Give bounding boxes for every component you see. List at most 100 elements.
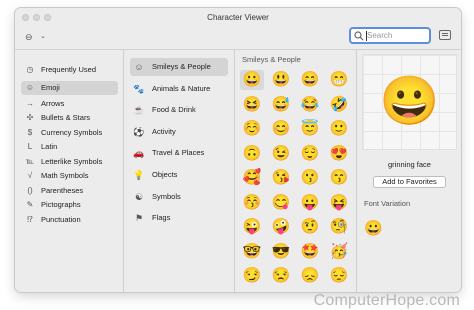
sidebar-item-bullets-stars[interactable]: ✣ Bullets & Stars xyxy=(21,111,118,125)
search-icon xyxy=(354,31,364,41)
pictographs-icon: ✎ xyxy=(26,200,34,209)
emoji-cell[interactable]: 😄 xyxy=(298,70,322,90)
search-field[interactable]: Search xyxy=(349,27,431,44)
subcategory-flags[interactable]: ⚑ Flags xyxy=(130,209,228,227)
sidebar-item-letterlike-symbols[interactable]: ℡ Letterlike Symbols xyxy=(21,155,118,169)
sidebar-item-label: Parentheses xyxy=(41,186,84,195)
emoji-cell[interactable]: 😘 xyxy=(269,168,293,188)
smileys-people-icon: ☺ xyxy=(134,62,144,72)
subcategory-food-drink[interactable]: ☕ Food & Drink xyxy=(130,101,228,119)
emoji-cell[interactable]: 🥳 xyxy=(327,242,351,262)
activity-icon: ⚽ xyxy=(133,126,145,137)
emoji-icon: ☺ xyxy=(25,83,35,92)
emoji-cell[interactable]: 😅 xyxy=(269,95,293,115)
sidebar-item-label: Pictographs xyxy=(41,200,81,209)
punctuation-icon: ⁉ xyxy=(27,215,33,224)
emoji-cell[interactable]: 😎 xyxy=(269,242,293,262)
emoji-cell[interactable]: 😞 xyxy=(298,266,322,286)
subcategory-activity[interactable]: ⚽ Activity xyxy=(130,123,228,141)
emoji-cell[interactable]: 😜 xyxy=(240,217,264,237)
window-title: Character Viewer xyxy=(207,13,269,22)
objects-icon: 💡 xyxy=(133,170,145,180)
sidebar-item-label: Frequently Used xyxy=(41,65,97,74)
brand-watermark: ComputerHope.com xyxy=(313,292,460,309)
emoji-cell[interactable]: 🤣 xyxy=(327,95,351,115)
title-bar: Character Viewer ⊖ ⌄ Search xyxy=(15,8,461,50)
math-symbols-icon: √ xyxy=(27,171,33,180)
sidebar-item-label: Arrows xyxy=(41,99,65,108)
emoji-cell[interactable]: 🤨 xyxy=(298,217,322,237)
subcategory-animals-nature[interactable]: 🐾 Animals & Nature xyxy=(130,80,228,98)
emoji-cell[interactable]: 😍 xyxy=(327,144,351,164)
emoji-cell[interactable]: 😙 xyxy=(327,168,351,188)
character-info-toggle-icon[interactable] xyxy=(439,30,451,40)
sidebar-item-label: Punctuation xyxy=(41,215,81,224)
sidebar-item-emoji[interactable]: ☺ Emoji xyxy=(21,81,118,95)
emoji-cell[interactable]: 😒 xyxy=(269,266,293,286)
emoji-cell[interactable]: 😝 xyxy=(327,193,351,213)
animals-nature-icon: 🐾 xyxy=(133,83,145,94)
emoji-cell[interactable]: 😋 xyxy=(269,193,293,213)
detail-panel: 😀 grinning face Add to Favorites Font Va… xyxy=(358,50,461,292)
frequently-used-icon: ◷ xyxy=(26,65,34,74)
sidebar-item-math-symbols[interactable]: √ Math Symbols xyxy=(21,169,118,183)
sidebar-item-arrows[interactable]: → Arrows xyxy=(21,97,118,111)
font-variation-emoji[interactable]: 😀 xyxy=(364,220,383,238)
subcategory-smileys-people[interactable]: ☺ Smileys & People xyxy=(130,58,228,76)
emoji-cell[interactable]: 😊 xyxy=(269,119,293,139)
action-menu-icon[interactable]: ⊖ xyxy=(25,32,33,42)
subcategory-travel-places[interactable]: 🚗 Travel & Places xyxy=(130,144,228,162)
emoji-cell[interactable]: 🤓 xyxy=(240,242,264,262)
add-to-favorites-button[interactable]: Add to Favorites xyxy=(373,176,446,188)
emoji-cell[interactable]: 🤩 xyxy=(298,242,322,262)
sidebar-item-label: Letterlike Symbols xyxy=(41,157,103,166)
emoji-cell[interactable]: 😚 xyxy=(240,193,264,213)
emoji-cell[interactable]: 😁 xyxy=(327,70,351,90)
emoji-cell[interactable]: 😗 xyxy=(298,168,322,188)
letterlike-symbols-icon: ℡ xyxy=(25,157,35,166)
subcategory-label: Food & Drink xyxy=(152,105,196,115)
emoji-cell[interactable]: 😀 xyxy=(240,70,264,90)
chevron-down-icon[interactable]: ⌄ xyxy=(40,32,46,42)
emoji-cell[interactable]: 🙂 xyxy=(327,119,351,139)
subcategory-list: ☺ Smileys & People 🐾 Animals & Nature ☕ Food … xyxy=(125,50,235,292)
sidebar-item-parentheses[interactable]: () Parentheses xyxy=(21,184,118,198)
emoji-cell[interactable]: 🤪 xyxy=(269,217,293,237)
emoji-cell[interactable]: 🙃 xyxy=(240,144,264,164)
emoji-cell[interactable]: 😔 xyxy=(327,266,351,286)
sidebar-item-label: Bullets & Stars xyxy=(41,113,91,122)
sidebar-item-punctuation[interactable]: ⁉ Punctuation xyxy=(21,213,118,227)
subcategory-label: Symbols xyxy=(152,191,181,201)
emoji-cell[interactable]: 😆 xyxy=(240,95,264,115)
character-viewer-window: Character Viewer ⊖ ⌄ Search ◷ Frequently … xyxy=(15,8,461,292)
emoji-cell[interactable]: 😌 xyxy=(298,144,322,164)
emoji-cell[interactable]: 🥰 xyxy=(240,168,264,188)
emoji-cell[interactable]: 😃 xyxy=(269,70,293,90)
emoji-cell[interactable]: 😏 xyxy=(240,266,264,286)
emoji-grid-panel: Smileys & People 😀 😃 😄 😁 😆 😅 😂 🤣 ☺️ 😊 😇 🙂 🙃 😉 😌 😍 🥰 😘 😗 😙 😚 😋… xyxy=(236,50,357,292)
bullets-stars-icon: ✣ xyxy=(26,113,34,122)
sidebar-item-label: Latin xyxy=(41,142,58,151)
sidebar-item-latin[interactable]: L Latin xyxy=(21,140,118,154)
emoji-cell[interactable]: 🧐 xyxy=(327,217,351,237)
parentheses-icon: () xyxy=(27,186,33,195)
currency-symbols-icon: $ xyxy=(27,128,33,137)
travel-places-icon: 🚗 xyxy=(133,148,145,159)
font-variation-title: Font Variation xyxy=(364,199,411,208)
emoji-cell[interactable]: 😉 xyxy=(269,144,293,164)
sidebar-item-frequently-used[interactable]: ◷ Frequently Used xyxy=(21,63,118,77)
sidebar-item-label: Math Symbols xyxy=(41,171,89,180)
emoji-cell[interactable]: 😇 xyxy=(298,119,322,139)
footer: ComputerHope.com xyxy=(0,292,474,310)
subcategory-objects[interactable]: 💡 Objects xyxy=(130,166,228,184)
sidebar-item-pictographs[interactable]: ✎ Pictographs xyxy=(21,198,118,212)
subcategory-symbols[interactable]: ☯ Symbols xyxy=(130,188,228,206)
sidebar-item-currency-symbols[interactable]: $ Currency Symbols xyxy=(21,126,118,140)
emoji-name: grinning face xyxy=(388,160,431,169)
subcategory-label: Travel & Places xyxy=(152,148,205,158)
emoji-cell[interactable]: 😛 xyxy=(298,193,322,213)
emoji-cell[interactable]: ☺️ xyxy=(240,119,264,139)
emoji-cell[interactable]: 😂 xyxy=(298,95,322,115)
subcategory-label: Smileys & People xyxy=(152,62,211,71)
category-sidebar: ◷ Frequently Used ☺ Emoji → Arrows ✣ Bullets & … xyxy=(15,50,124,292)
